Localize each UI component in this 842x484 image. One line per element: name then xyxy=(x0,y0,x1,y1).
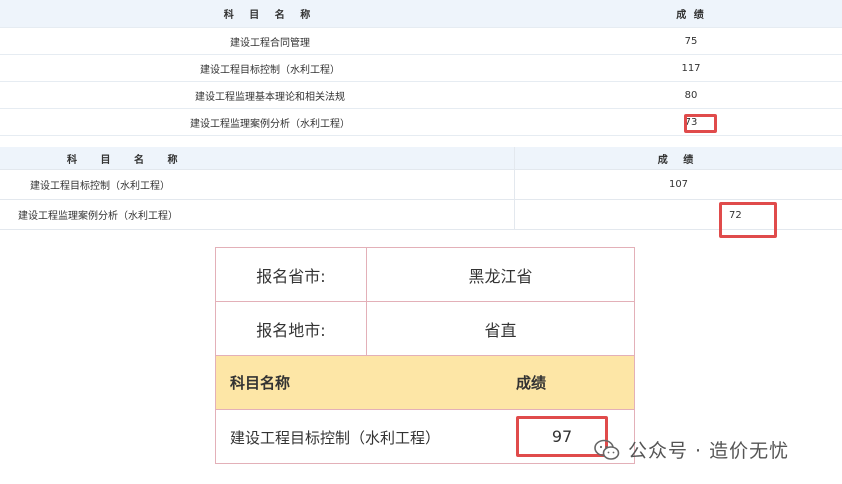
header-score: 成绩 xyxy=(516,374,547,392)
score-cell: 117 xyxy=(681,62,701,74)
score-table-2: 科 目 名 称 成 绩 建设工程目标控制（水利工程） 107 建设工程监理案例分… xyxy=(0,147,842,238)
city-value: 省直 xyxy=(484,320,517,340)
score-cell: 107 xyxy=(668,179,689,190)
subject-cell: 建设工程监理案例分析（水利工程） xyxy=(0,200,515,229)
subject-cell: 建设工程目标控制（水利工程） xyxy=(230,429,441,447)
header-subject: 科 目 名 称 xyxy=(223,10,317,21)
subject-cell: 建设工程监理基本理论和相关法规 xyxy=(195,91,345,103)
subject-cell: 建设工程监理案例分析（水利工程） xyxy=(190,118,350,130)
watermark: 公众号 · 造价无忧 xyxy=(594,436,789,463)
table-row: 建设工程合同管理 75 xyxy=(0,28,842,55)
table-row: 建设工程监理案例分析（水利工程） 72 xyxy=(0,200,842,238)
table-header: 科 目 名 称 成 绩 xyxy=(0,147,842,170)
table-header: 科目名称 成绩 xyxy=(216,356,634,410)
score-table-3: 报名省市: 黑龙江省 报名地市: 省直 科目名称 成绩 建设工程目标控制（水利工… xyxy=(215,247,635,464)
table-row: 建设工程目标控制（水利工程） 117 xyxy=(0,55,842,82)
highlight-box xyxy=(684,113,717,133)
city-row: 报名地市: 省直 xyxy=(216,302,634,356)
score-cell: 80 xyxy=(684,89,698,101)
header-subject: 科目名称 xyxy=(230,374,291,392)
subject-cell: 建设工程目标控制（水利工程） xyxy=(0,170,515,199)
province-value: 黑龙江省 xyxy=(468,266,533,286)
header-score: 成 绩 xyxy=(676,10,706,21)
table-header: 科 目 名 称 成 绩 xyxy=(0,0,842,28)
score-table-1: 科 目 名 称 成 绩 建设工程合同管理 75 建设工程目标控制（水利工程） 1… xyxy=(0,0,842,136)
score-cell-highlighted: 73 xyxy=(540,113,842,133)
province-row: 报名省市: 黑龙江省 xyxy=(216,248,634,302)
city-label: 报名地市: xyxy=(216,302,367,355)
watermark-text: 公众号 · 造价无忧 xyxy=(628,440,790,462)
score-value: 97 xyxy=(551,427,573,446)
header-subject: 科 目 名 称 xyxy=(0,147,515,169)
table-row: 建设工程目标控制（水利工程） 97 xyxy=(216,410,634,465)
score-cell-highlighted: 72 xyxy=(515,200,842,238)
table-row: 建设工程监理案例分析（水利工程） 73 xyxy=(0,109,842,136)
province-label: 报名省市: xyxy=(216,248,367,301)
table-row: 建设工程目标控制（水利工程） 107 xyxy=(0,170,842,200)
subject-cell: 建设工程合同管理 xyxy=(230,37,310,49)
header-score: 成 绩 xyxy=(657,154,700,166)
table-row: 建设工程监理基本理论和相关法规 80 xyxy=(0,82,842,109)
wechat-icon xyxy=(594,439,620,460)
score-cell: 75 xyxy=(684,35,698,47)
highlight-box xyxy=(719,202,777,238)
subject-cell: 建设工程目标控制（水利工程） xyxy=(200,64,340,76)
